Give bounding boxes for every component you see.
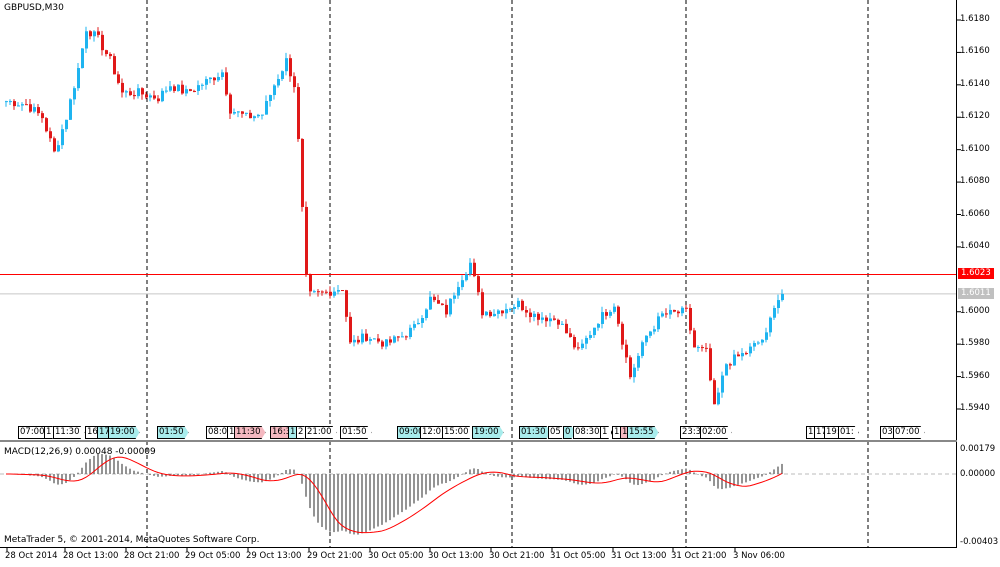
time-axis-label: 30 Oct 21:00 [489,551,545,561]
time-axis-label: 28 Oct 21:00 [124,551,180,561]
time-axis-label: 31 Oct 05:00 [550,551,606,561]
event-marker[interactable]: 11:30 [53,426,85,439]
price-axis-label: 1.6000 [960,305,990,316]
macd-axis-bottom: -0.00403 [960,537,999,547]
price-axis-label: 1.6160 [960,46,990,57]
time-axis-label: 31 Oct 21:00 [671,551,727,561]
time-axis-label: 29 Oct 13:00 [246,551,302,561]
ask-price-tag: 1.6011 [958,288,994,299]
event-marker[interactable]: 15:55 [627,426,659,439]
macd-label: MACD(12,26,9) 0.00048 -0.00009 [4,447,156,457]
time-axis-label: 30 Oct 13:00 [428,551,484,561]
time-axis-label: 31 Oct 13:00 [611,551,667,561]
event-marker[interactable]: 01:30 [519,426,551,439]
bid-price-tag: 1.6023 [958,268,994,279]
chart-window[interactable]: GBPUSD,M30 MACD(12,26,9) 0.00048 -0.0000… [0,0,1000,567]
event-marker[interactable]: 01:50 [157,426,189,439]
price-axis-label: 1.6120 [960,111,990,122]
macd-axis-zero: 0.00000 [960,469,996,479]
chart-frame [0,0,957,548]
price-axis-label: 1.6080 [960,176,990,187]
event-marker[interactable]: 08:30 [573,426,605,439]
price-axis-label: 1.6040 [960,240,990,251]
event-marker[interactable]: 19:00 [472,426,504,439]
time-axis-label: 3 Nov 06:00 [733,551,785,561]
event-marker[interactable]: 19:00 [108,426,140,439]
macd-axis-top: 0.00179 [960,444,996,454]
copyright-label: MetaTrader 5, © 2001-2014, MetaQuotes So… [4,535,260,545]
event-marker[interactable]: 11:30 [234,426,266,439]
price-axis-label: 1.6060 [960,208,990,219]
event-marker[interactable]: 07:00 [893,426,925,439]
price-axis-label: 1.5980 [960,338,990,349]
price-axis-label: 1.6100 [960,143,990,154]
event-marker[interactable]: 21:00 [305,426,337,439]
price-axis-label: 1.6180 [960,14,990,24]
event-marker[interactable]: 01:50 [340,426,372,439]
time-axis-label: 28 Oct 2014 [5,551,58,561]
time-axis-label: 30 Oct 05:00 [368,551,424,561]
price-axis-label: 1.6140 [960,78,990,89]
price-axis-label: 1.5960 [960,370,990,381]
symbol-label: GBPUSD,M30 [4,3,64,13]
time-axis-label: 28 Oct 13:00 [63,551,119,561]
event-marker[interactable]: 01: [838,426,859,439]
price-axis-label: 1.5940 [960,403,990,413]
event-marker[interactable]: 15:00 [442,426,474,439]
time-axis-label: 29 Oct 05:00 [185,551,241,561]
pane-separator[interactable] [0,440,957,442]
time-axis-label: 29 Oct 21:00 [307,551,363,561]
event-marker[interactable]: 02:00 [700,426,732,439]
